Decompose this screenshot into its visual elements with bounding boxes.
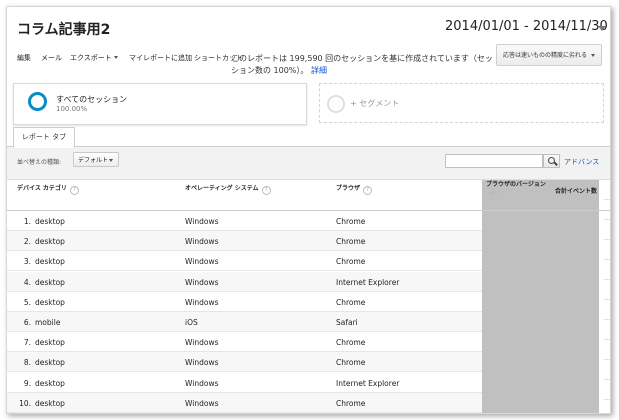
cell-browser: Chrome	[336, 398, 366, 408]
column-header-browser-label: ブラウザ	[336, 185, 361, 192]
cell-operating-system: Windows	[185, 358, 219, 368]
row-number: 1.	[23, 217, 31, 226]
sampling-info: このレポートは 199,590 回のセッションを基に作成されています（セッション…	[231, 53, 493, 77]
segment-name: すべてのセッション	[56, 95, 128, 104]
cell-browser: Chrome	[336, 358, 366, 368]
row-number: 8.	[23, 358, 31, 368]
cell-operating-system: Windows	[185, 398, 219, 408]
advanced-filter-link[interactable]: アドバンス	[564, 157, 599, 167]
chevron-down-icon	[591, 54, 595, 57]
cell-device-category[interactable]: desktop	[35, 358, 65, 367]
email-button[interactable]: メール	[41, 53, 62, 63]
sampling-info-text: このレポートは 199,590 回のセッションを基に作成されています（セッション…	[231, 54, 493, 75]
details-link[interactable]: 詳細	[311, 66, 327, 75]
help-icon[interactable]: ?	[261, 186, 271, 195]
column-header-device-label: デバイス カテゴリ	[17, 185, 67, 192]
row-number: 10.	[19, 398, 31, 408]
cell-operating-system: Windows	[185, 257, 219, 267]
cell-device-category[interactable]: desktop	[35, 298, 65, 307]
cell-operating-system: Windows	[185, 217, 219, 226]
column-header-device[interactable]: デバイス カテゴリ?	[17, 183, 79, 195]
cell-device-category[interactable]: desktop	[35, 338, 65, 347]
segment-percent: 100.00%	[56, 105, 88, 113]
cell-device-category[interactable]: desktop	[35, 257, 65, 266]
tab-report[interactable]: レポート タブ	[13, 127, 75, 148]
chevron-down-icon	[113, 56, 118, 59]
table-row[interactable]: 6. mobile iOS Safari	[7, 312, 482, 332]
column-header-browser[interactable]: ブラウザ?	[336, 183, 373, 195]
report-panel: コラム記事用2 2014/01/01 - 2014/11/30 編集 メール エ…	[6, 6, 611, 414]
add-segment-label: + セグメント	[350, 99, 400, 108]
search-icon-handle	[554, 161, 558, 166]
edit-button[interactable]: 編集	[17, 53, 31, 63]
cell-operating-system: Windows	[185, 378, 219, 388]
date-range-picker[interactable]: 2014/01/01 - 2014/11/30	[445, 19, 608, 34]
report-title: コラム記事用2	[17, 22, 111, 38]
cell-device-category[interactable]: desktop	[35, 399, 65, 408]
sort-type-value: デフォルト	[78, 157, 109, 164]
row-number: 3.	[23, 257, 31, 267]
cell-operating-system: Windows	[185, 277, 219, 287]
row-number: 5.	[23, 297, 31, 307]
cell-operating-system: iOS	[185, 318, 198, 327]
cell-device-category[interactable]: desktop	[35, 379, 65, 388]
column-header-browser-version-label: ブラウザのバージョン	[486, 181, 546, 188]
column-header-os-label: オペレーティング システム	[185, 185, 259, 192]
column-header-os[interactable]: オペレーティング システム?	[185, 183, 271, 195]
table-row[interactable]: 7. desktop Windows Chrome	[7, 332, 482, 353]
table-row[interactable]: 10. desktop Windows Chrome	[7, 392, 482, 413]
precision-select[interactable]: 応答は速いものの精度に劣れる	[496, 44, 602, 66]
cell-browser: Chrome	[336, 217, 366, 226]
help-icon[interactable]: ?	[363, 186, 373, 195]
column-header-total-events[interactable]: 合計イベント数	[555, 186, 597, 195]
table-row[interactable]: 1. desktop Windows Chrome	[7, 211, 482, 231]
help-icon[interactable]: ?	[69, 186, 79, 195]
redacted-columns	[482, 180, 599, 413]
cell-device-category[interactable]: desktop	[35, 217, 65, 226]
search-button[interactable]	[543, 154, 560, 168]
chevron-down-icon	[109, 159, 113, 162]
column-header-total-events-label: 合計イベント数	[555, 188, 598, 195]
cell-device-category[interactable]: desktop	[35, 237, 65, 246]
precision-select-label: 応答は速いものの精度に劣れる	[503, 52, 588, 59]
table-row[interactable]: 8. desktop Windows Chrome	[7, 352, 482, 373]
add-segment-button[interactable]: + セグメント	[319, 83, 604, 123]
add-to-dashboard-button[interactable]: マイレポートに追加	[129, 53, 192, 63]
sort-type-label: 並べ替えの種類:	[17, 159, 62, 166]
cell-browser: Chrome	[336, 338, 366, 348]
cell-device-category[interactable]: desktop	[35, 278, 65, 287]
cell-operating-system: Windows	[185, 297, 219, 307]
row-number: 2.	[23, 237, 31, 247]
cell-browser: Chrome	[336, 257, 366, 267]
cell-operating-system: Windows	[185, 237, 219, 247]
segment-ring-icon	[28, 92, 47, 111]
row-number: 6.	[23, 318, 31, 327]
table-row[interactable]: 4. desktop Windows Internet Explorer	[7, 271, 482, 292]
right-edge-column	[604, 180, 610, 413]
help-icon[interactable]: ?	[488, 191, 497, 200]
cell-device-category[interactable]: mobile	[35, 318, 60, 327]
sort-type-select[interactable]: デフォルト	[73, 152, 119, 167]
cell-browser: Chrome	[336, 297, 366, 307]
table-search-input[interactable]	[445, 154, 543, 168]
column-header-browser-version-help: ?	[488, 190, 497, 200]
export-label: エクスポート	[70, 54, 112, 62]
row-number: 4.	[23, 277, 31, 287]
segment-all-sessions[interactable]: すべてのセッション 100.00%	[13, 83, 307, 125]
add-segment-ring-icon	[327, 95, 345, 113]
table-row[interactable]: 2. desktop Windows Chrome	[7, 231, 482, 252]
cell-browser: Chrome	[336, 237, 366, 247]
row-number: 7.	[23, 338, 31, 348]
table-row[interactable]: 9. desktop Windows Internet Explorer	[7, 373, 482, 393]
row-number: 9.	[23, 378, 31, 388]
cell-browser: Internet Explorer	[336, 277, 400, 287]
table-row[interactable]: 5. desktop Windows Chrome	[7, 292, 482, 312]
column-header-browser-version[interactable]: ブラウザのバージョン	[486, 179, 546, 188]
cell-browser: Safari	[336, 318, 358, 327]
cell-operating-system: Windows	[185, 338, 219, 348]
date-range-caret-icon[interactable]	[598, 26, 606, 31]
export-button[interactable]: エクスポート	[70, 53, 118, 63]
cell-browser: Internet Explorer	[336, 378, 400, 388]
table-row[interactable]: 3. desktop Windows Chrome	[7, 251, 482, 272]
